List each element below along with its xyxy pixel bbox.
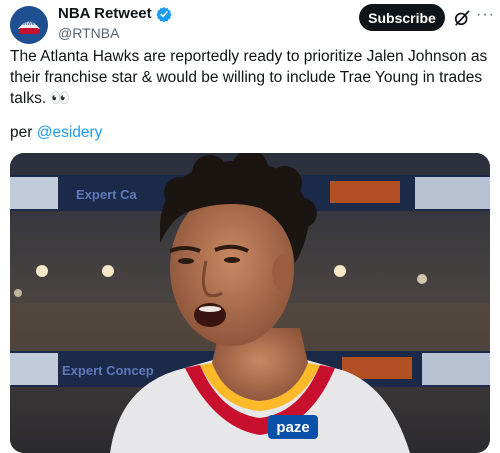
account-name[interactable]: NBA Retweet — [58, 5, 152, 22]
attribution-prefix: per — [10, 124, 37, 141]
post-attribution: per @esidery — [10, 124, 102, 142]
svg-text:paze: paze — [276, 419, 309, 436]
player-photo: Expert Ca Expert Concep paze — [10, 153, 490, 453]
more-options-button[interactable]: ··· — [476, 6, 495, 24]
account-name-row: NBA Retweet — [58, 5, 172, 22]
post-text: The Atlanta Hawks are reportedly ready t… — [10, 48, 488, 107]
subscribe-button[interactable]: Subscribe — [359, 4, 445, 31]
svg-text:Expert Ca: Expert Ca — [76, 187, 137, 202]
grok-icon[interactable] — [452, 8, 472, 28]
mention-link[interactable]: @esidery — [37, 124, 103, 141]
post-media-image[interactable]: Expert Ca Expert Concep paze — [10, 153, 490, 453]
account-handle[interactable]: @RTNBA — [58, 25, 119, 41]
verified-badge-icon — [155, 6, 172, 22]
account-avatar[interactable]: Retweet — [10, 6, 48, 44]
svg-text:Retweet: Retweet — [18, 21, 40, 27]
svg-text:Expert Concep: Expert Concep — [62, 363, 154, 378]
avatar-logo-icon: Retweet — [10, 6, 48, 44]
